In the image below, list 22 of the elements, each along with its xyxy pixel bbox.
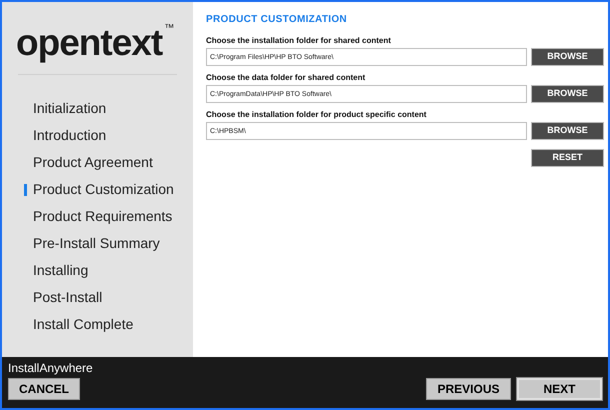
reset-button[interactable]: RESET [531,149,604,167]
logo: opentext™ [16,24,174,61]
step-item: Product Agreement [33,153,153,172]
field-label: Choose the installation folder for product specific content [206,110,428,120]
brand-label: InstallAnywhere [8,361,94,375]
next-button[interactable]: NEXT [517,378,602,400]
cancel-button[interactable]: CANCEL [8,378,80,400]
browse-button[interactable]: BROWSE [531,122,604,140]
browse-button[interactable]: BROWSE [531,85,604,103]
browse-button[interactable]: BROWSE [531,48,604,66]
step-item: Product Requirements [33,207,172,226]
step-item: Product Customization [33,180,174,199]
step-item: Pre-Install Summary [33,234,160,253]
step-item: Introduction [33,126,106,145]
field-label: Choose the data folder for shared content [206,73,366,83]
step-item: Initialization [33,99,106,118]
section-heading: PRODUCT CUSTOMIZATION [206,13,348,27]
previous-button[interactable]: PREVIOUS [426,378,511,400]
step-item: Installing [33,261,88,280]
step-item: Post-Install [33,288,102,307]
step-item: Install Complete [33,315,134,334]
field-label: Choose the installation folder for shared content [206,36,392,46]
